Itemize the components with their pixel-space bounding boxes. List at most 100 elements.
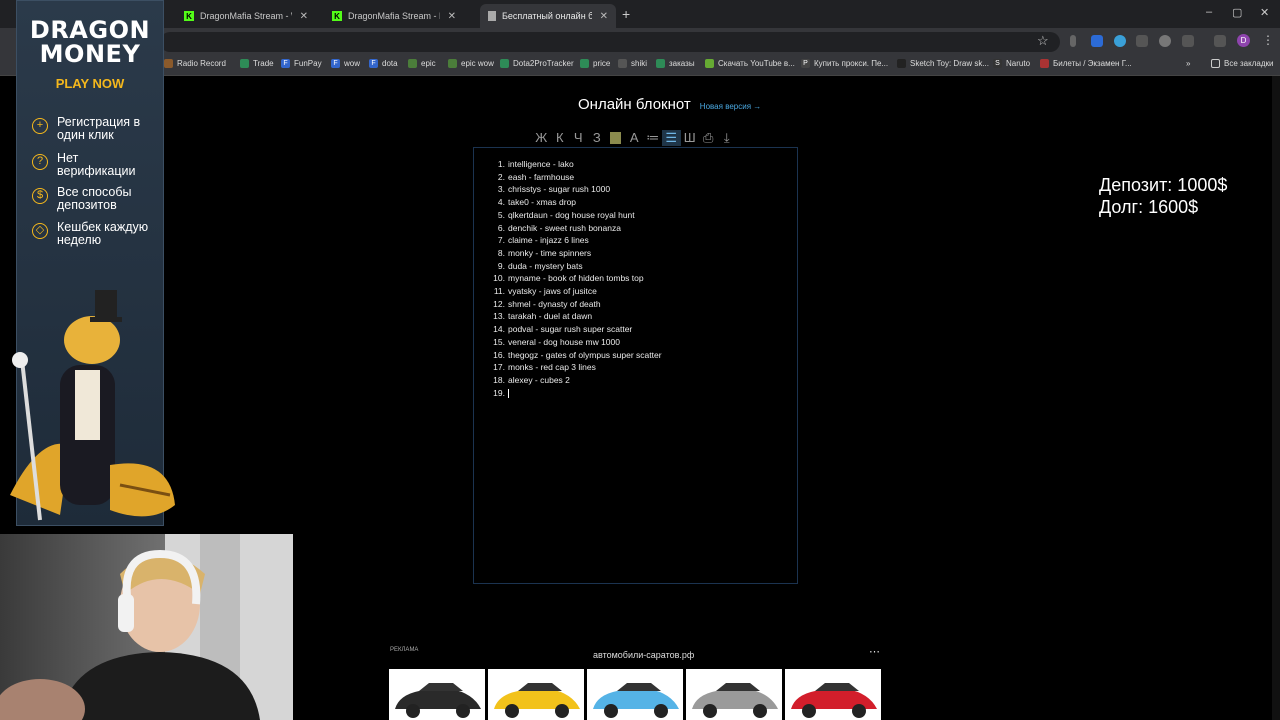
list-item: 14. podval - sugar rush super scatter bbox=[474, 323, 794, 336]
list-text: alexey - cubes 2 bbox=[508, 374, 570, 385]
bookmark-item[interactable]: Trade bbox=[240, 59, 274, 68]
highlight-color-button[interactable] bbox=[610, 132, 621, 144]
extensions-puzzle-icon[interactable] bbox=[1182, 35, 1194, 47]
stream-stats-overlay: Депозит: 1000$ Долг: 1600$ bbox=[1099, 174, 1227, 218]
bookmark-item[interactable]: заказы bbox=[656, 59, 695, 68]
plus-circle-icon: + bbox=[32, 118, 48, 134]
text-color-button[interactable]: A bbox=[625, 130, 644, 146]
extension-icon[interactable] bbox=[1091, 35, 1103, 47]
text-editor[interactable]: 1. intelligence - lako 2. eash - farmhouse 3… bbox=[473, 147, 798, 584]
ad-car-image[interactable] bbox=[488, 669, 584, 720]
print-button[interactable]: ⎙ bbox=[699, 130, 718, 146]
bookmark-item[interactable]: P Купить прокси. Пе... bbox=[801, 59, 888, 68]
bookmark-item[interactable]: shiki bbox=[618, 59, 647, 68]
new-version-link[interactable]: Новая версия → bbox=[700, 102, 761, 111]
numbered-list-button[interactable]: ☰ bbox=[662, 130, 681, 146]
close-tab-icon[interactable]: ✕ bbox=[300, 11, 308, 22]
ad-feature-item: $ Все способы депозитов bbox=[32, 186, 157, 211]
bookmark-item[interactable]: Fwow bbox=[331, 59, 360, 68]
document-icon bbox=[488, 11, 496, 21]
list-item: 1. intelligence - lako bbox=[474, 158, 794, 171]
bookmark-favicon-icon bbox=[897, 59, 906, 68]
bookmark-favicon-icon: F bbox=[281, 59, 290, 68]
italic-button[interactable]: К bbox=[551, 130, 570, 146]
table-button[interactable]: Ш bbox=[681, 130, 700, 146]
bookmark-item[interactable]: price bbox=[580, 59, 610, 68]
browser-tab[interactable]: K DragonMafia Stream - Kick ✕ bbox=[324, 4, 464, 28]
extension-icon[interactable] bbox=[1114, 35, 1126, 47]
list-text: tarakah - duel at dawn bbox=[508, 311, 593, 322]
extension-icon[interactable] bbox=[1159, 35, 1171, 47]
list-item: 3. chrisstys - sugar rush 1000 bbox=[474, 183, 794, 196]
bold-button[interactable]: Ж bbox=[532, 130, 551, 146]
list-item: 19. bbox=[474, 387, 794, 400]
browser-menu-icon[interactable]: ⋮ bbox=[1262, 33, 1274, 47]
list-item: 4. take0 - xmas drop bbox=[474, 196, 794, 209]
list-item: 15. veneral - dog house mw 1000 bbox=[474, 336, 794, 349]
bookmark-item[interactable]: S Naruto bbox=[993, 59, 1030, 68]
bookmark-item[interactable]: Скачать YouTube в... bbox=[705, 59, 795, 68]
tab-label: Бесплатный онлайн блокнот д bbox=[502, 11, 592, 21]
editor-toolbar: Ж К Ч З A ≔ ☰ Ш ⎙ ⤓ bbox=[532, 130, 736, 146]
list-number: 6. bbox=[497, 222, 505, 233]
browser-tab[interactable]: Бесплатный онлайн блокнот д ✕ bbox=[480, 4, 616, 28]
play-now-button[interactable]: PLAY NOW bbox=[16, 76, 164, 91]
underline-button[interactable]: Ч bbox=[569, 130, 588, 146]
list-text: eash - farmhouse bbox=[508, 171, 575, 182]
strikethrough-button[interactable]: З bbox=[588, 130, 607, 146]
minimize-button[interactable]: – bbox=[1206, 6, 1212, 18]
ad-car-image[interactable] bbox=[587, 669, 683, 720]
list-number: 14. bbox=[493, 324, 505, 335]
bookmark-item[interactable]: Radio Record bbox=[164, 59, 226, 68]
bookmark-item[interactable]: F FunPay bbox=[281, 59, 322, 68]
cashback-icon: ◇ bbox=[32, 223, 48, 239]
list-item: 10. myname - book of hidden tombs top bbox=[474, 272, 794, 285]
page-scrollbar[interactable] bbox=[1272, 76, 1280, 720]
bookmark-item[interactable]: Fdota bbox=[369, 59, 398, 68]
close-tab-icon[interactable]: ✕ bbox=[448, 11, 456, 22]
bookmark-item[interactable]: Билеты / Экзамен Г... bbox=[1040, 59, 1132, 68]
all-bookmarks-button[interactable]: Все закладки bbox=[1211, 59, 1273, 68]
debt-text: Долг: 1600$ bbox=[1099, 197, 1199, 217]
list-number: 8. bbox=[497, 247, 505, 258]
list-item: 8. monky - time spinners bbox=[474, 247, 794, 260]
list-item: 17. monks - red cap 3 lines bbox=[474, 361, 794, 374]
list-text: shmel - dynasty of death bbox=[508, 298, 601, 309]
list-number: 19. bbox=[493, 387, 505, 398]
ad-car-image[interactable] bbox=[686, 669, 782, 720]
more-bookmarks-icon[interactable]: » bbox=[1186, 59, 1190, 68]
bookmark-favicon-icon bbox=[240, 59, 249, 68]
ad-label: РЕКЛАМА bbox=[390, 647, 419, 653]
download-button[interactable]: ⤓ bbox=[718, 130, 737, 146]
ad-car-image[interactable] bbox=[785, 669, 881, 720]
bookmark-favicon-icon bbox=[1040, 59, 1049, 68]
bookmark-item[interactable]: epic wow bbox=[448, 59, 494, 68]
close-tab-icon[interactable]: ✕ bbox=[600, 11, 608, 22]
text-caret bbox=[508, 388, 509, 398]
ad-site-link[interactable]: автомобили-саратов.рф bbox=[593, 650, 694, 660]
list-number: 10. bbox=[493, 273, 505, 284]
list-item: 5. qlkertdaun - dog house royal hunt bbox=[474, 209, 794, 222]
ad-feature-item: ◇ Кешбек каждую неделю bbox=[32, 221, 157, 246]
bookmark-favicon-icon: F bbox=[331, 59, 340, 68]
bookmark-star-icon[interactable]: ☆ bbox=[1037, 33, 1049, 49]
side-panel-icon[interactable] bbox=[1214, 35, 1226, 47]
bookmark-item[interactable]: epic bbox=[408, 59, 436, 68]
new-tab-button[interactable]: + bbox=[622, 6, 630, 22]
list-number: 17. bbox=[493, 362, 505, 373]
bullet-list-button[interactable]: ≔ bbox=[644, 130, 663, 146]
extension-icon[interactable] bbox=[1136, 35, 1148, 47]
list-item: 16. thegogz - gates of olympus super scat… bbox=[474, 349, 794, 362]
bookmark-item[interactable]: Dota2ProTracker bbox=[500, 59, 574, 68]
ad-more-icon[interactable]: ⋯ bbox=[869, 645, 880, 658]
address-input[interactable] bbox=[160, 32, 1060, 52]
list-text: vyatsky - jaws of jusitce bbox=[508, 286, 597, 297]
extension-icon[interactable] bbox=[1070, 35, 1076, 47]
list-text: qlkertdaun - dog house royal hunt bbox=[508, 209, 635, 220]
maximize-button[interactable]: ▢ bbox=[1232, 6, 1242, 19]
close-window-button[interactable]: ✕ bbox=[1260, 6, 1269, 19]
profile-avatar[interactable]: D bbox=[1237, 34, 1250, 47]
bookmark-item[interactable]: Sketch Toy: Draw sk... bbox=[897, 59, 989, 68]
ad-car-image[interactable] bbox=[389, 669, 485, 720]
browser-tab[interactable]: K DragonMafia Stream - Watch L ✕ bbox=[176, 4, 316, 28]
